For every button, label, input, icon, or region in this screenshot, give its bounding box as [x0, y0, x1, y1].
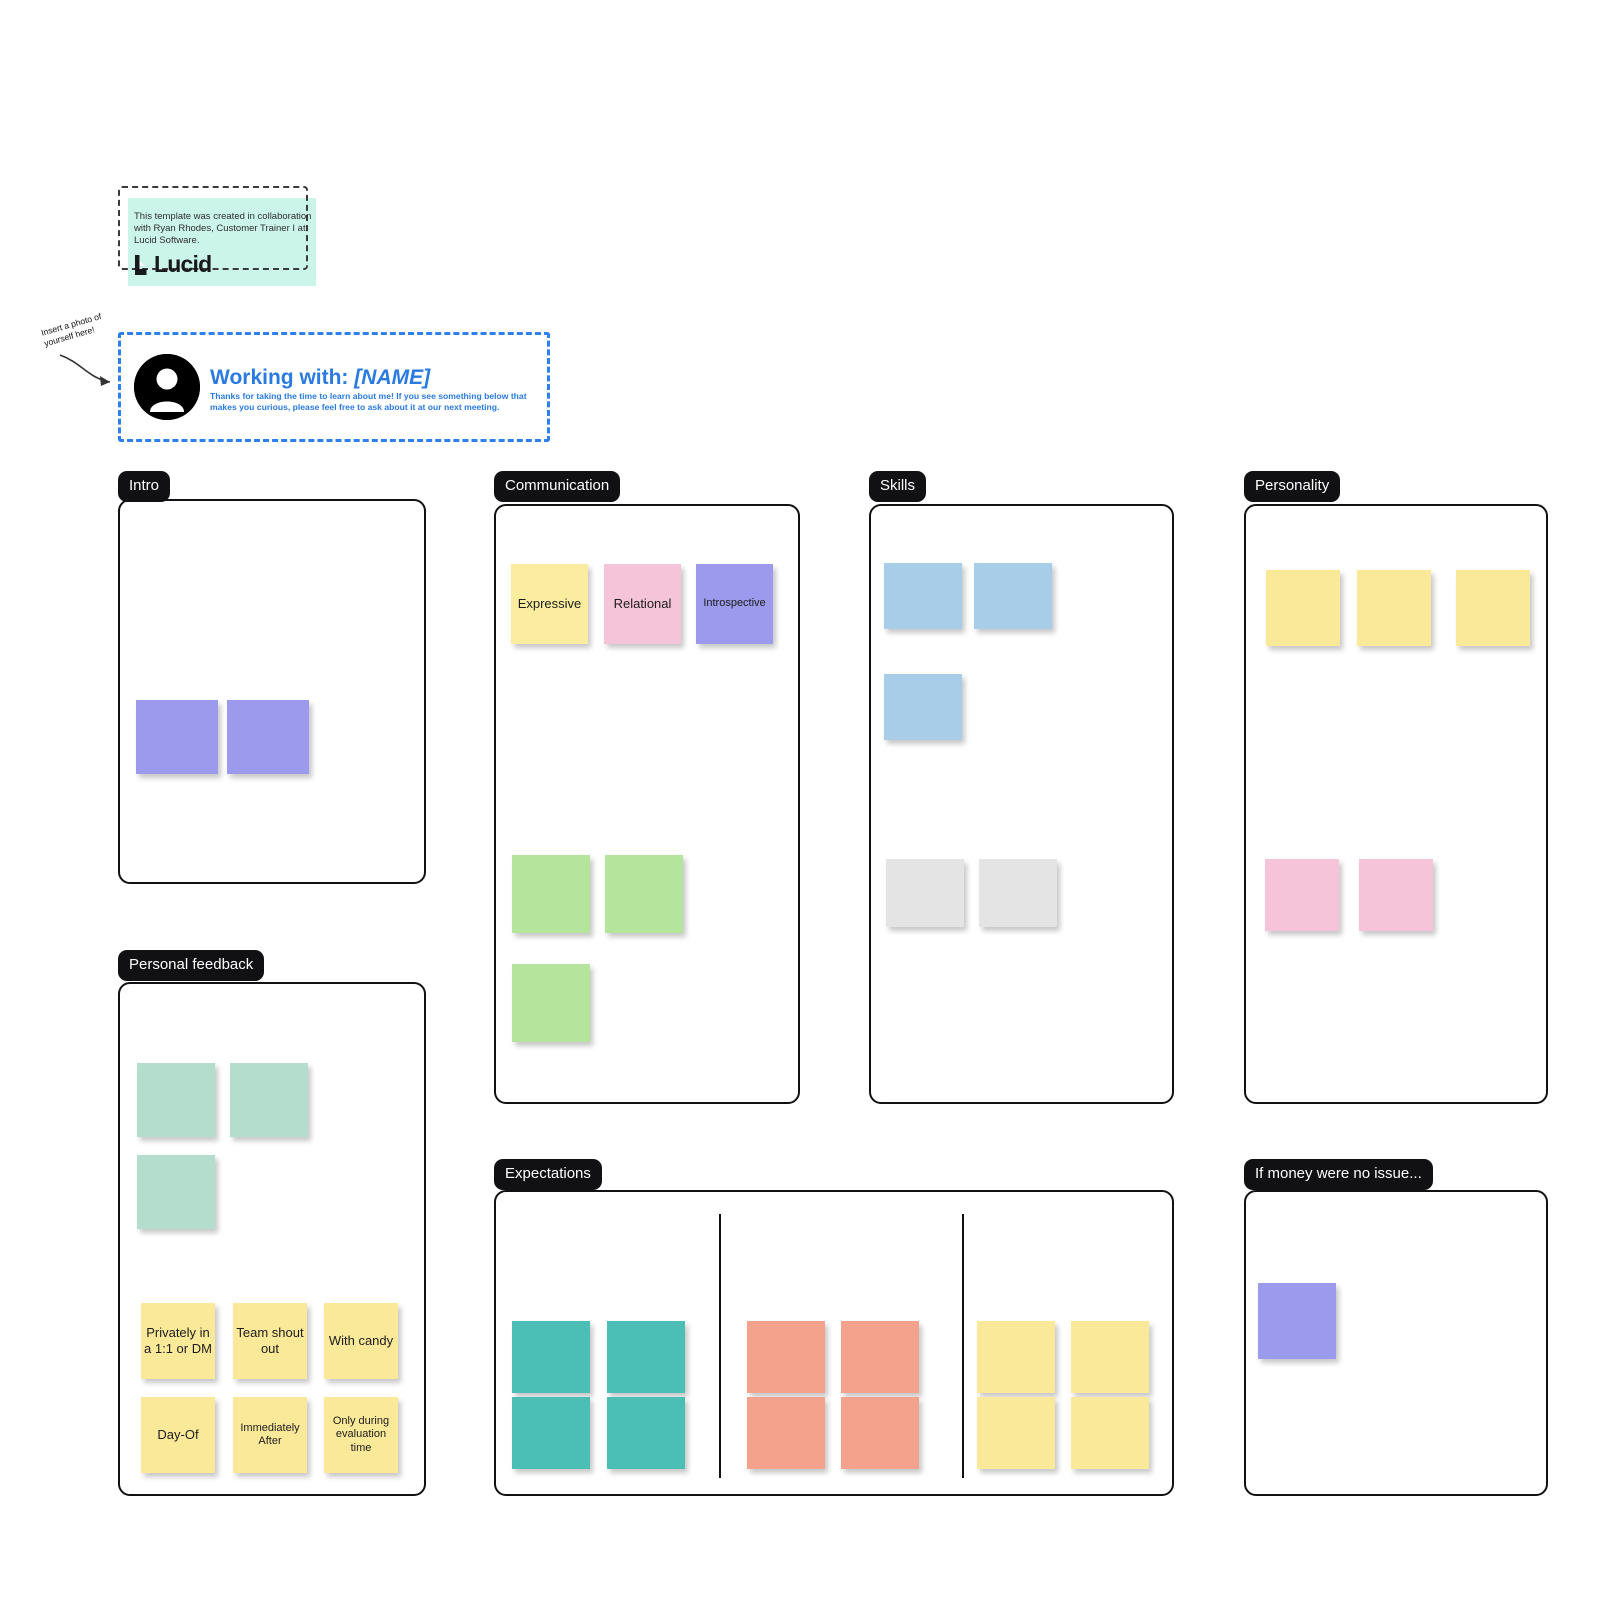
sticky-note[interactable]: With candy [324, 1303, 398, 1379]
section-tag-communication: Communication [494, 471, 621, 502]
section-tag-personality: Personality [1244, 471, 1341, 502]
sticky-note[interactable] [1266, 570, 1340, 646]
sticky-note[interactable] [884, 674, 962, 740]
sticky-note[interactable] [1071, 1397, 1149, 1469]
lucid-logo: Lucid [133, 251, 212, 278]
sticky-note[interactable] [227, 700, 309, 774]
sticky-note[interactable] [1456, 570, 1530, 646]
sticky-note[interactable] [512, 855, 590, 933]
sticky-note[interactable] [977, 1397, 1055, 1469]
sticky-note[interactable]: Immediately After [233, 1397, 307, 1473]
sticky-note[interactable] [974, 563, 1052, 629]
sticky-note[interactable] [886, 859, 964, 927]
sticky-note[interactable] [136, 700, 218, 774]
expectations-divider-2 [962, 1214, 964, 1478]
sticky-note[interactable]: Privately in a 1:1 or DM [141, 1303, 215, 1379]
section-tag-personal-feedback: Personal feedback [118, 950, 265, 981]
sticky-note[interactable] [230, 1063, 308, 1137]
sticky-note[interactable] [512, 964, 590, 1042]
sticky-note[interactable] [884, 563, 962, 629]
sticky-note[interactable] [977, 1321, 1055, 1393]
sticky-note[interactable] [512, 1321, 590, 1393]
avatar[interactable] [134, 354, 200, 420]
sticky-note[interactable] [841, 1321, 919, 1393]
sticky-note[interactable] [1265, 859, 1339, 931]
sticky-note[interactable] [137, 1155, 215, 1229]
sticky-note[interactable] [1357, 570, 1431, 646]
annotation-arrow-icon [59, 354, 111, 386]
sticky-note[interactable] [979, 859, 1057, 927]
sticky-note[interactable] [137, 1063, 215, 1137]
lucid-logo-icon [133, 254, 149, 275]
user-avatar-icon [134, 354, 200, 420]
sticky-note[interactable]: Day-Of [141, 1397, 215, 1473]
lucid-credit-text: This template was created in collaborati… [134, 211, 312, 247]
sticky-note[interactable] [1359, 859, 1433, 931]
sticky-note[interactable] [605, 855, 683, 933]
sticky-note[interactable] [1071, 1321, 1149, 1393]
sticky-note[interactable]: Only during evaluation time [324, 1397, 398, 1473]
expectations-divider-1 [719, 1214, 721, 1478]
sticky-note[interactable] [512, 1397, 590, 1469]
sticky-note[interactable] [607, 1321, 685, 1393]
page-title: Working with: [NAME] [210, 366, 430, 390]
page-subtitle: Thanks for taking the time to learn abou… [210, 391, 527, 412]
sticky-note[interactable] [841, 1397, 919, 1469]
sticky-note-expressive[interactable]: Expressive [511, 564, 588, 644]
sticky-note[interactable] [1258, 1283, 1336, 1359]
sticky-note[interactable] [747, 1397, 825, 1469]
sticky-note-relational[interactable]: Relational [604, 564, 681, 644]
card-intro [118, 499, 426, 884]
page-title-prefix: Working with: [210, 366, 349, 389]
sticky-note[interactable] [747, 1321, 825, 1393]
lucid-logo-wordmark: Lucid [154, 251, 212, 277]
section-tag-money: If money were no issue... [1244, 1159, 1433, 1190]
sticky-note[interactable] [607, 1397, 685, 1469]
section-tag-expectations: Expectations [494, 1159, 602, 1190]
section-tag-skills: Skills [869, 471, 927, 502]
section-tag-intro: Intro [118, 471, 171, 502]
page-title-name-placeholder[interactable]: [NAME] [354, 366, 430, 389]
sticky-note-introspective[interactable]: Introspective [696, 564, 773, 644]
sticky-note[interactable]: Team shout out [233, 1303, 307, 1379]
